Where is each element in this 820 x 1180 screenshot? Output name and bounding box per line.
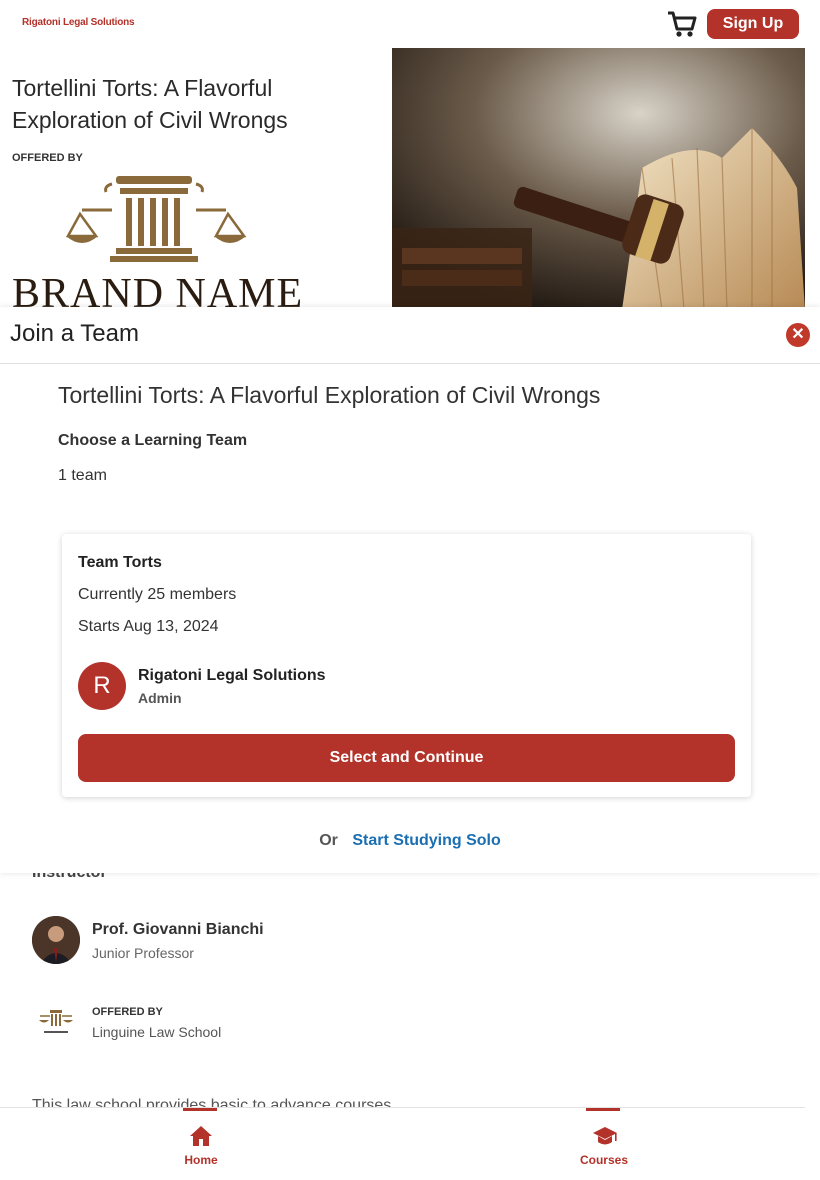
home-icon: [190, 1126, 212, 1146]
sign-up-button[interactable]: Sign Up: [707, 9, 799, 39]
or-label: Or: [319, 832, 338, 849]
admin-avatar: R: [78, 662, 126, 710]
nav-home-label: Home: [184, 1153, 218, 1167]
shopping-cart-icon[interactable]: [666, 9, 698, 39]
join-team-modal: Join a Team ✕ Tortellini Torts: A Flavor…: [0, 307, 820, 873]
school-logo: [36, 1006, 76, 1038]
start-studying-solo-link[interactable]: Start Studying Solo: [352, 832, 500, 849]
team-start-date: Starts Aug 13, 2024: [78, 618, 219, 635]
team-name: Team Torts: [78, 554, 162, 571]
school-offered-by-label: OFFERED BY: [92, 1006, 163, 1018]
modal-title: Join a Team: [10, 320, 139, 347]
bottom-navigation: Home Courses: [0, 1107, 805, 1180]
choose-team-label: Choose a Learning Team: [58, 432, 248, 449]
team-count: 1 team: [58, 467, 107, 484]
or-row: Or Start Studying Solo: [0, 832, 820, 850]
nav-courses-label: Courses: [579, 1153, 629, 1167]
top-bar: Rigatoni Legal Solutions Sign Up: [0, 0, 820, 48]
select-and-continue-button[interactable]: Select and Continue: [78, 734, 735, 782]
nav-courses[interactable]: Courses: [564, 1108, 644, 1180]
brand-logo-text: BRAND NAME: [12, 272, 302, 308]
brand-logo[interactable]: Rigatoni Legal Solutions: [22, 17, 135, 28]
course-title: Tortellini Torts: A Flavorful Exploratio…: [12, 75, 288, 133]
nav-active-indicator: [183, 1108, 217, 1111]
instructor-avatar: [32, 916, 80, 964]
nav-home[interactable]: Home: [161, 1108, 241, 1180]
modal-header: Join a Team ✕: [0, 307, 820, 364]
school-name[interactable]: Linguine Law School: [92, 1024, 221, 1040]
course-cover-image: [392, 48, 805, 310]
modal-course-title: Tortellini Torts: A Flavorful Exploratio…: [58, 382, 601, 408]
close-icon[interactable]: ✕: [786, 323, 810, 347]
admin-role: Admin: [138, 690, 182, 706]
team-card: Team Torts Currently 25 members Starts A…: [62, 534, 751, 797]
graduation-cap-icon: [593, 1127, 617, 1145]
offered-by-label: OFFERED BY: [12, 152, 83, 164]
admin-name: Rigatoni Legal Solutions: [138, 667, 326, 684]
team-members: Currently 25 members: [78, 586, 237, 603]
nav-active-indicator: [586, 1108, 620, 1111]
instructor-role: Junior Professor: [92, 945, 194, 961]
instructor-name[interactable]: Prof. Giovanni Bianchi: [92, 921, 264, 939]
